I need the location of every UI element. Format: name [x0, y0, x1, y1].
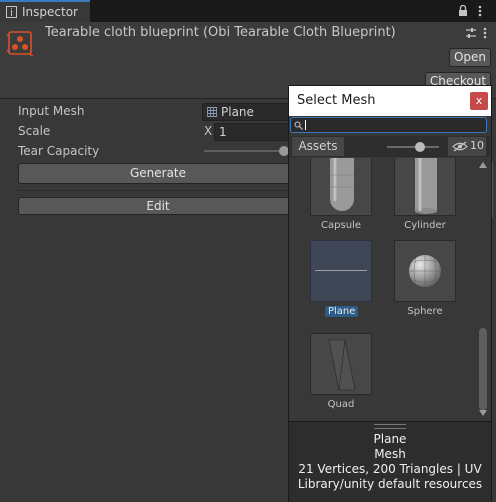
quad-icon [328, 339, 356, 391]
tear-capacity-label: Tear Capacity [18, 144, 100, 158]
hidden-toggle[interactable]: 10 [448, 137, 486, 156]
scroll-thumb[interactable] [479, 328, 487, 410]
grid-item-plane[interactable]: Plane [310, 240, 372, 317]
open-button[interactable]: Open [449, 48, 491, 67]
sphere-icon [409, 255, 441, 287]
edit-button[interactable]: Edit [18, 197, 298, 215]
scroll-down-icon[interactable] [479, 410, 487, 416]
grid-item-quad[interactable]: Quad [310, 333, 372, 410]
scale-label: Scale [18, 124, 51, 138]
sphere-label: Sphere [407, 306, 443, 317]
search-input[interactable] [290, 117, 487, 133]
close-button[interactable]: x [470, 92, 488, 110]
popup-titlebar: Select Mesh x [289, 86, 491, 116]
tab-title: Inspector [22, 5, 78, 19]
divider [18, 190, 298, 191]
preview-name: Plane [373, 432, 407, 446]
preview-stats: 21 Vertices, 200 Triangles | UV [298, 462, 482, 476]
scroll-up-icon[interactable] [479, 162, 487, 168]
more-options-icon[interactable] [478, 5, 482, 17]
sphere-thumbnail [394, 240, 456, 302]
asset-title: Tearable cloth blueprint (Obi Tearable C… [45, 25, 396, 40]
quad-thumbnail [310, 333, 372, 395]
capsule-thumbnail [310, 158, 372, 216]
lock-icon[interactable] [458, 5, 468, 17]
assets-tab[interactable]: Assets [292, 137, 344, 156]
size-slider-handle[interactable] [415, 142, 425, 152]
preview-path: Library/unity default resources [297, 477, 483, 491]
input-mesh-value: Plane [221, 105, 254, 119]
plane-icon [315, 270, 367, 271]
eye-hidden-icon [452, 141, 468, 152]
input-mesh-label: Input Mesh [18, 104, 85, 118]
generate-button[interactable]: Generate [18, 163, 298, 184]
preview-pane: Plane Mesh 21 Vertices, 200 Triangles | … [289, 421, 491, 502]
text-cursor [305, 120, 306, 130]
cylinder-icon [415, 158, 437, 214]
tab-bar: Inspector [0, 0, 496, 22]
popup-toolbar: Assets 10 [290, 136, 490, 157]
mesh-grid: Capsule Cylinder Plane Sphere Quad [290, 158, 474, 421]
grid-item-sphere[interactable]: Sphere [394, 240, 456, 317]
resize-handle[interactable] [374, 424, 406, 429]
info-icon [6, 6, 17, 18]
blueprint-asset-icon [6, 31, 34, 57]
plane-thumbnail [310, 240, 372, 302]
scale-x-label[interactable]: X [204, 124, 212, 138]
mesh-icon [207, 107, 217, 117]
plane-label: Plane [325, 306, 359, 317]
capsule-label: Capsule [321, 220, 361, 231]
preview-type: Mesh [374, 447, 406, 461]
header-menu-icon[interactable] [483, 27, 487, 39]
grid-item-capsule[interactable]: Capsule [310, 158, 372, 231]
grid-item-cylinder[interactable]: Cylinder [394, 158, 456, 231]
cylinder-thumbnail [394, 158, 456, 216]
popup-title: Select Mesh [297, 93, 376, 108]
search-icon [294, 121, 303, 130]
hidden-count: 10 [470, 139, 484, 152]
quad-label: Quad [327, 399, 355, 410]
cylinder-label: Cylinder [404, 220, 446, 231]
capsule-icon [330, 158, 354, 211]
tab-inspector[interactable]: Inspector [0, 0, 90, 22]
select-mesh-window: Select Mesh x Assets 10 Capsule Cylinder… [288, 85, 492, 502]
preset-icon[interactable] [465, 27, 477, 39]
grid-scrollbar[interactable] [477, 158, 489, 421]
size-slider[interactable] [387, 146, 439, 148]
input-mesh-field[interactable]: Plane [202, 103, 302, 121]
